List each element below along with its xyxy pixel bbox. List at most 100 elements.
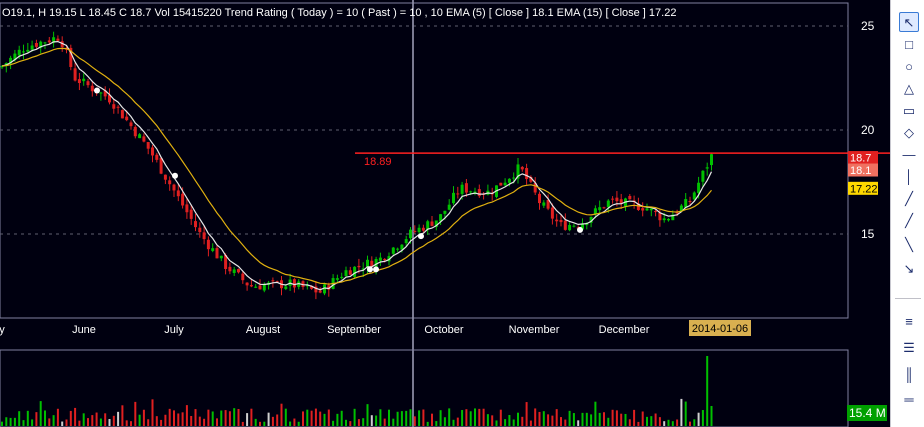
volume-bar	[340, 410, 343, 426]
candle-body	[17, 49, 21, 56]
volume-bar	[147, 419, 150, 426]
candle-body	[116, 106, 120, 108]
candle-body	[262, 284, 266, 291]
volume-bar	[280, 403, 283, 426]
candle-body	[615, 197, 619, 202]
candle-body	[667, 218, 670, 221]
volume-bar	[1, 421, 3, 426]
candle-body	[507, 178, 511, 183]
candle-body	[611, 198, 615, 200]
candle-body	[378, 257, 382, 261]
candle-body	[602, 207, 606, 209]
volume-bar	[74, 407, 77, 426]
volume-bar	[69, 410, 72, 426]
volume-bar	[254, 418, 257, 426]
volume-bar	[91, 415, 94, 426]
candle-body	[538, 193, 541, 204]
volume-bar	[138, 414, 141, 426]
volume-bar	[323, 413, 326, 426]
candle-body	[318, 290, 322, 293]
cursor-date-text: 2014-01-06	[692, 323, 748, 335]
price-chart[interactable]: 25 20 15 y June July August September October Nov…	[0, 0, 890, 427]
volume-bar	[302, 411, 304, 426]
volume-bar	[353, 408, 356, 426]
volume-bar	[547, 414, 550, 426]
volume-bar	[95, 412, 98, 426]
volume-bar	[26, 410, 29, 426]
candle-body	[125, 116, 129, 121]
candle-body	[662, 218, 666, 221]
candle-body	[198, 227, 202, 233]
volume-bar	[241, 421, 244, 426]
candle-body	[348, 270, 352, 275]
gann-icon[interactable]: ═	[899, 390, 919, 410]
volume-bar	[108, 419, 111, 426]
candle-body	[559, 219, 563, 223]
arrow-icon[interactable]: ↘	[899, 259, 919, 279]
candle-body	[366, 259, 369, 268]
volume-bar	[710, 406, 713, 426]
volume-bar	[276, 414, 279, 426]
signal-marker	[373, 266, 379, 273]
rectangle-icon[interactable]: □	[899, 35, 919, 55]
cursor-icon[interactable]: ↖	[899, 12, 919, 32]
candle-body	[383, 258, 387, 261]
volume-bar	[633, 409, 636, 426]
volume-bar	[598, 412, 601, 426]
candle-body	[606, 200, 610, 208]
volume-bar	[87, 418, 89, 426]
candle-body	[542, 202, 546, 206]
volume-bar	[499, 409, 502, 426]
equals-icon[interactable]: ≡	[899, 312, 919, 332]
candle-body	[344, 270, 348, 277]
candle-body	[692, 192, 696, 200]
line2-icon[interactable]: ╱	[899, 211, 919, 231]
volume-bar	[676, 419, 679, 426]
volume-bar	[461, 410, 464, 426]
hline-icon[interactable]: —	[899, 145, 919, 165]
signal-marker	[577, 226, 583, 233]
volume-bar	[658, 417, 661, 426]
volume-bar	[151, 399, 154, 426]
volume-bar	[525, 402, 528, 426]
rhombus-icon[interactable]: ◇	[899, 123, 919, 143]
volume-bar	[701, 410, 704, 426]
candle-body	[628, 195, 632, 200]
candle-body	[413, 230, 417, 232]
cycle-icon[interactable]: ║	[899, 365, 919, 385]
volume-bar	[194, 409, 197, 426]
candle-body	[254, 286, 258, 288]
x-tick-label: July	[164, 324, 184, 336]
vline-icon[interactable]: │	[899, 167, 919, 187]
ellipse-icon[interactable]: ○	[899, 57, 919, 77]
triangle-icon[interactable]: △	[899, 79, 919, 99]
volume-bar	[413, 416, 416, 426]
x-tick-label: October	[424, 324, 463, 336]
volume-bar	[529, 420, 532, 426]
candle-body	[520, 166, 524, 170]
candle-body	[163, 174, 167, 180]
price-tag-text: 17.22	[850, 183, 878, 195]
rounded-rect-icon[interactable]: ▭	[899, 101, 919, 121]
volume-bar	[61, 421, 64, 426]
volume-bar	[491, 415, 494, 426]
volume-bar	[680, 398, 683, 426]
line3-icon[interactable]: ╲	[899, 235, 919, 255]
signal-marker	[418, 233, 424, 240]
line-icon[interactable]: ╱	[899, 189, 919, 209]
candle-body	[701, 170, 705, 182]
candle-body	[396, 248, 400, 250]
fib-icon[interactable]: ☰	[899, 338, 919, 358]
volume-bar	[452, 419, 455, 426]
volume-bar	[52, 415, 55, 426]
volume-bar	[357, 419, 360, 426]
volume-bar	[572, 413, 575, 426]
volume-bar	[448, 408, 451, 426]
candle-body	[649, 208, 653, 211]
candle-body	[245, 282, 249, 286]
volume-bar	[456, 417, 459, 426]
volume-bar	[585, 412, 588, 426]
volume-bar	[693, 419, 696, 426]
volume-bar	[542, 411, 545, 426]
volume-bar	[78, 420, 81, 426]
